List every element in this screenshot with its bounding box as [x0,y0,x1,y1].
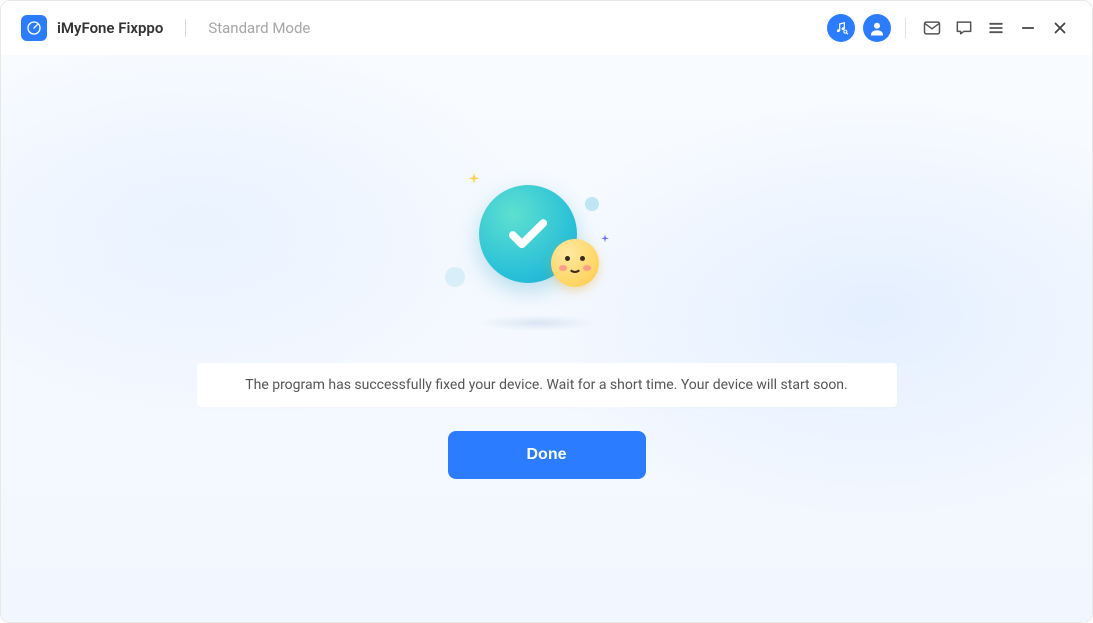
sparkle-icon [463,171,485,193]
decor-dot [585,197,599,211]
chat-icon[interactable] [952,16,976,40]
smiley-face-icon [551,239,599,287]
titlebar-separator [905,18,906,38]
titlebar: iMyFone Fixppo Standard Mode [1,1,1092,55]
titlebar-right [827,14,1072,42]
minimize-button[interactable] [1016,16,1040,40]
status-message: The program has successfully fixed your … [197,363,897,407]
sparkle-icon [597,233,613,249]
app-window: iMyFone Fixppo Standard Mode [0,0,1093,623]
main-content: The program has successfully fixed your … [1,55,1092,622]
mode-label: Standard Mode [208,19,310,37]
done-button[interactable]: Done [448,431,646,479]
music-search-icon[interactable] [827,14,855,42]
app-logo-icon [21,15,47,41]
app-title: iMyFone Fixppo [57,19,163,37]
account-icon[interactable] [863,14,891,42]
menu-icon[interactable] [984,16,1008,40]
mail-icon[interactable] [920,16,944,40]
success-illustration [457,175,637,325]
illustration-shadow [477,315,597,331]
title-divider [185,19,186,37]
titlebar-left: iMyFone Fixppo Standard Mode [21,15,310,41]
close-button[interactable] [1048,16,1072,40]
decor-dot [445,267,465,287]
